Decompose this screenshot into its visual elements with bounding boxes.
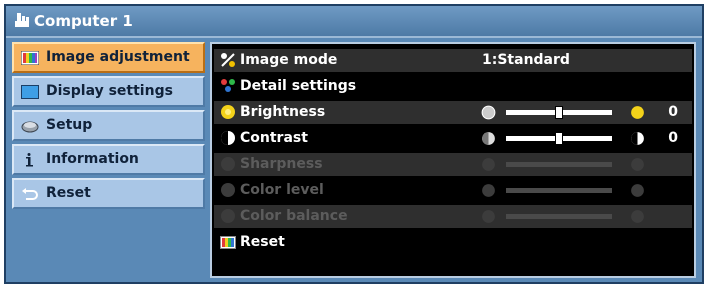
sharpness-high-icon: [631, 158, 644, 171]
title-bar: Computer 1: [6, 6, 702, 38]
menu-row-color-balance: Color balance: [214, 205, 692, 228]
sidebar-item-display-settings[interactable]: Display settings: [12, 76, 205, 107]
color-level-low-icon: [482, 184, 495, 197]
sidebar-item-information[interactable]: Information: [12, 144, 205, 175]
info-icon: [26, 153, 33, 167]
slider-track: [506, 162, 612, 167]
sidebar-item-image-adjustment[interactable]: Image adjustment: [12, 42, 205, 73]
sidebar-item-reset[interactable]: Reset: [12, 178, 205, 209]
color-level-slider: [480, 181, 646, 200]
sidebar: Image adjustment Display settings Setup …: [12, 42, 205, 212]
slider-knob[interactable]: [555, 132, 563, 145]
setup-icon: [21, 121, 39, 133]
image-mode-label: Image mode: [240, 52, 338, 68]
menu-row-contrast[interactable]: Contrast 0: [214, 127, 692, 150]
contrast-value: 0: [668, 130, 678, 146]
detail-settings-label: Detail settings: [240, 78, 357, 94]
contrast-low-icon: [482, 132, 495, 145]
menu-row-reset[interactable]: Reset: [214, 231, 692, 254]
color-level-icon: [221, 183, 235, 197]
reset-icon: [22, 188, 38, 200]
image-adjustment-icon: [21, 51, 39, 65]
contrast-slider[interactable]: [480, 129, 646, 148]
brightness-slider[interactable]: [480, 103, 646, 122]
brightness-value: 0: [668, 104, 678, 120]
sidebar-item-label: Setup: [46, 117, 93, 133]
sidebar-item-label: Information: [46, 151, 139, 167]
color-level-high-icon: [631, 184, 644, 197]
color-level-label: Color level: [240, 182, 324, 198]
computer-hand-icon: [15, 13, 29, 27]
sun-bright-icon: [631, 106, 644, 119]
slider-knob[interactable]: [555, 106, 563, 119]
sharpness-label: Sharpness: [240, 156, 323, 172]
sidebar-item-label: Image adjustment: [46, 49, 190, 65]
contrast-label: Contrast: [240, 130, 308, 146]
sidebar-item-label: Reset: [46, 185, 91, 201]
sidebar-item-setup[interactable]: Setup: [12, 110, 205, 141]
image-mode-value[interactable]: 1:Standard: [482, 52, 570, 68]
sharpness-icon: [221, 157, 235, 171]
sun-icon: [221, 105, 235, 119]
reset-label: Reset: [240, 234, 285, 250]
sidebar-item-label: Display settings: [46, 83, 173, 99]
contrast-icon: [221, 131, 235, 145]
reset-image-icon: [220, 236, 236, 249]
slider-track: [506, 188, 612, 193]
image-adjustment-panel: Image mode 1:Standard Detail settings Br…: [210, 42, 696, 278]
menu-row-brightness[interactable]: Brightness 0: [214, 101, 692, 124]
window-title: Computer 1: [34, 12, 133, 30]
contrast-high-icon: [631, 132, 644, 145]
display-icon: [21, 85, 39, 99]
menu-row-image-mode[interactable]: Image mode 1:Standard: [214, 49, 692, 72]
menu-row-sharpness: Sharpness: [214, 153, 692, 176]
menu-row-detail-settings[interactable]: Detail settings: [214, 75, 692, 98]
color-balance-label: Color balance: [240, 208, 348, 224]
brightness-label: Brightness: [240, 104, 326, 120]
sun-dim-icon: [481, 105, 496, 120]
color-balance-low-icon: [482, 210, 495, 223]
slider-track: [506, 214, 612, 219]
menu-window: Computer 1 Image adjustment Display sett…: [4, 4, 704, 284]
menu-row-color-level: Color level: [214, 179, 692, 202]
color-balance-high-icon: [631, 210, 644, 223]
sharpness-slider: [480, 155, 646, 174]
percent-icon: [221, 53, 235, 67]
color-balance-icon: [221, 209, 235, 223]
detail-settings-icon: [221, 79, 235, 92]
sharpness-low-icon: [482, 158, 495, 171]
color-balance-slider: [480, 207, 646, 226]
